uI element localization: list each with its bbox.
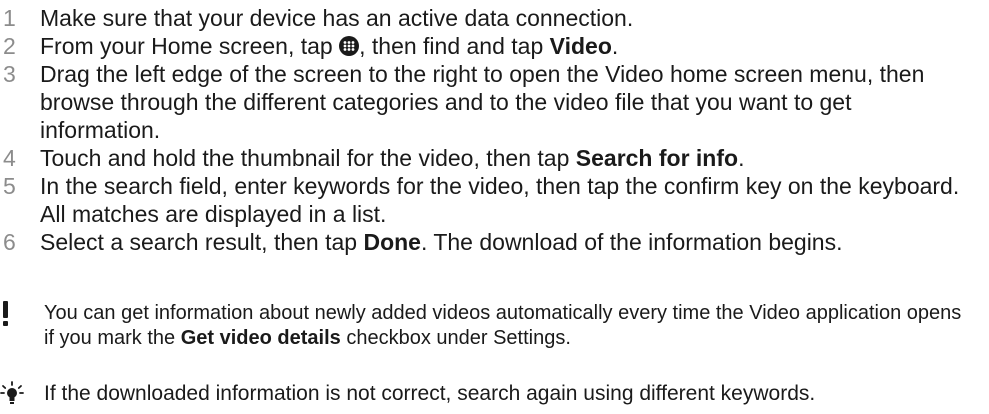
step-text: Drag the left edge of the screen to the … xyxy=(40,61,925,143)
step-number: 1 xyxy=(3,5,16,31)
step-text: Make sure that your device has an active… xyxy=(40,5,634,31)
step-number: 6 xyxy=(3,229,16,255)
step-6: 6 Select a search result, then tap Done.… xyxy=(0,228,989,256)
step-number: 5 xyxy=(3,173,16,199)
instruction-steps: 1 Make sure that your device has an acti… xyxy=(0,4,989,256)
step-text: In the search field, enter keywords for … xyxy=(40,173,960,227)
apps-grid-icon xyxy=(339,36,360,56)
step-3: 3 Drag the left edge of the screen to th… xyxy=(0,60,989,144)
step-text: From your Home screen, tap , then find a… xyxy=(40,33,619,59)
step-number: 2 xyxy=(3,33,16,59)
step-number: 4 xyxy=(3,145,16,171)
tip-note-text: If the downloaded information is not cor… xyxy=(44,382,816,405)
step-number: 3 xyxy=(3,61,16,87)
important-note-text: You can get information about newly adde… xyxy=(44,302,962,349)
exclamation-icon xyxy=(0,301,44,329)
step-4: 4 Touch and hold the thumbnail for the v… xyxy=(0,144,989,172)
step-text: Touch and hold the thumbnail for the vid… xyxy=(40,145,745,171)
step-text: Select a search result, then tap Done. T… xyxy=(40,229,843,255)
important-note: You can get information about newly adde… xyxy=(0,301,989,351)
step-1: 1 Make sure that your device has an acti… xyxy=(0,4,989,32)
lightbulb-icon xyxy=(0,381,44,407)
tip-note: If the downloaded information is not cor… xyxy=(0,381,835,407)
step-5: 5 In the search field, enter keywords fo… xyxy=(0,172,989,228)
step-2: 2 From your Home screen, tap , then find… xyxy=(0,32,989,60)
